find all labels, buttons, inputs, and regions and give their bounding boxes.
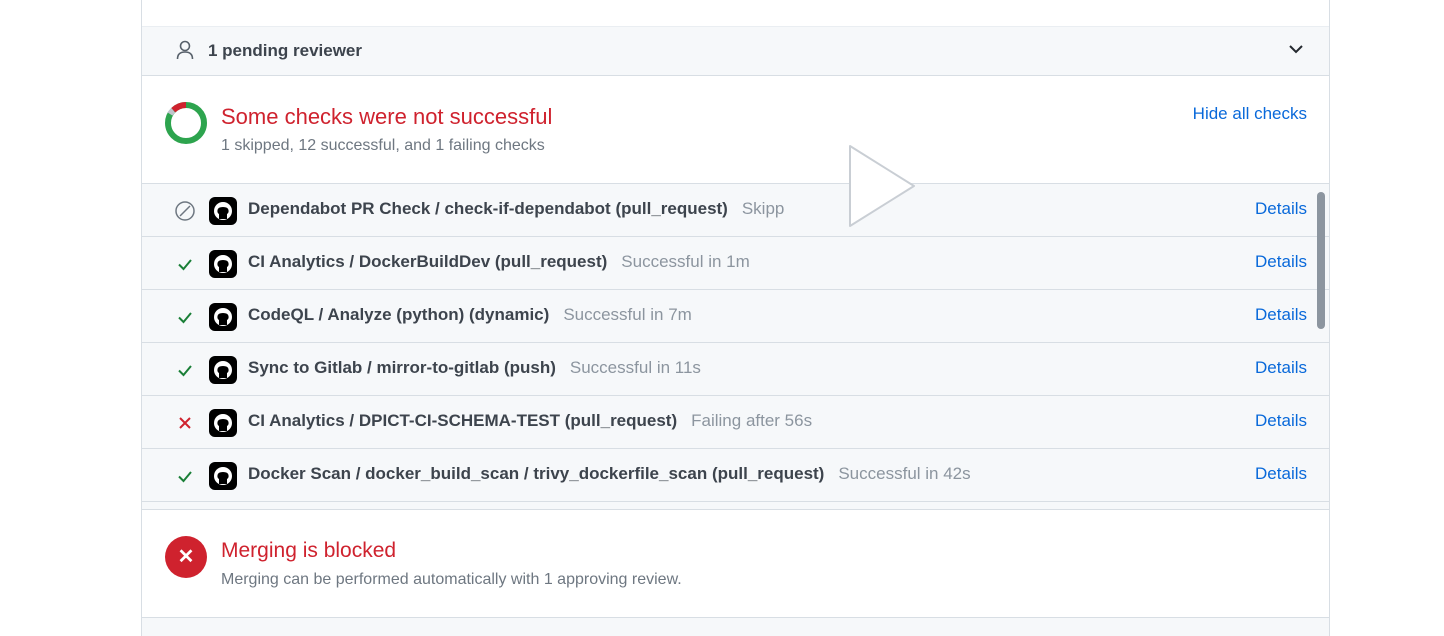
check-row: Sync to Gitlab / mirror-to-gitlab (push)… xyxy=(142,343,1329,396)
merge-subtitle: Merging can be performed automatically w… xyxy=(221,571,682,588)
check-name: CI Analytics / DPICT-CI-SCHEMA-TEST (pul… xyxy=(248,411,678,430)
github-icon xyxy=(209,303,237,331)
hide-all-checks-link[interactable]: Hide all checks xyxy=(1193,104,1307,124)
check-icon xyxy=(178,312,192,324)
check-duration: Successful in 11s xyxy=(569,358,701,377)
check-row: CI Analytics / DPICT-CI-SCHEMA-TEST (pul… xyxy=(142,396,1329,449)
check-icon xyxy=(178,365,192,377)
merge-box-panel: 1 pending reviewer Some checks were not … xyxy=(141,0,1330,636)
check-duration: Successful in 1m xyxy=(621,252,750,271)
chevron-down-icon[interactable] xyxy=(1287,40,1305,58)
check-row: Docker Scan / docker_build_scan / trivy_… xyxy=(142,449,1329,502)
bottom-strip xyxy=(142,617,1329,636)
checks-summary: 1 skipped, 12 successful, and 1 failing … xyxy=(221,137,545,154)
check-row: CI Analytics / DockerBuildDev (pull_requ… xyxy=(142,237,1329,290)
merge-title: Merging is blocked xyxy=(221,539,397,562)
details-link[interactable]: Details xyxy=(1255,464,1307,484)
check-row: Dependabot PR Check / check-if-dependabo… xyxy=(142,184,1329,237)
checks-title: Some checks were not successful xyxy=(221,104,553,129)
check-duration: Skipp xyxy=(741,199,785,218)
check-name: Sync to Gitlab / mirror-to-gitlab (push) xyxy=(248,358,556,377)
check-duration: Successful in 7m xyxy=(563,305,692,324)
details-link[interactable]: Details xyxy=(1255,199,1307,219)
checks-list[interactable]: Dependabot PR Check / check-if-dependabo… xyxy=(142,183,1329,509)
status-ring-icon xyxy=(165,102,207,144)
x-icon xyxy=(179,417,191,429)
check-name: Docker Scan / docker_build_scan / trivy_… xyxy=(248,464,825,483)
checks-header: Some checks were not successful 1 skippe… xyxy=(142,77,1329,183)
check-icon xyxy=(178,471,192,483)
check-name: Dependabot PR Check / check-if-dependabo… xyxy=(248,199,728,218)
check-name: CI Analytics / DockerBuildDev (pull_requ… xyxy=(248,252,608,271)
pending-reviewer-bar[interactable]: 1 pending reviewer xyxy=(142,26,1329,76)
skip-icon xyxy=(175,201,195,221)
check-duration: Failing after 56s xyxy=(691,411,813,430)
checks-scrollbar[interactable] xyxy=(1317,192,1325,329)
github-icon xyxy=(209,197,237,225)
check-row-partial xyxy=(142,502,1329,509)
check-name: CodeQL / Analyze (python) (dynamic) xyxy=(248,305,550,324)
details-link[interactable]: Details xyxy=(1255,358,1307,378)
check-duration: Successful in 42s xyxy=(838,464,971,483)
github-icon xyxy=(209,250,237,278)
x-circle-icon: ✕ xyxy=(165,536,207,578)
check-icon xyxy=(178,259,192,271)
pending-reviewer-label: 1 pending reviewer xyxy=(208,41,362,60)
details-link[interactable]: Details xyxy=(1255,252,1307,272)
github-icon xyxy=(209,356,237,384)
merge-status: ✕ Merging is blocked Merging can be perf… xyxy=(142,509,1329,617)
person-icon xyxy=(176,40,194,60)
top-strip xyxy=(142,0,1329,26)
details-link[interactable]: Details xyxy=(1255,305,1307,325)
github-icon xyxy=(209,462,237,490)
check-row: CodeQL / Analyze (python) (dynamic) Succe… xyxy=(142,290,1329,343)
details-link[interactable]: Details xyxy=(1255,411,1307,431)
play-icon[interactable] xyxy=(844,142,920,230)
github-icon xyxy=(209,409,237,437)
